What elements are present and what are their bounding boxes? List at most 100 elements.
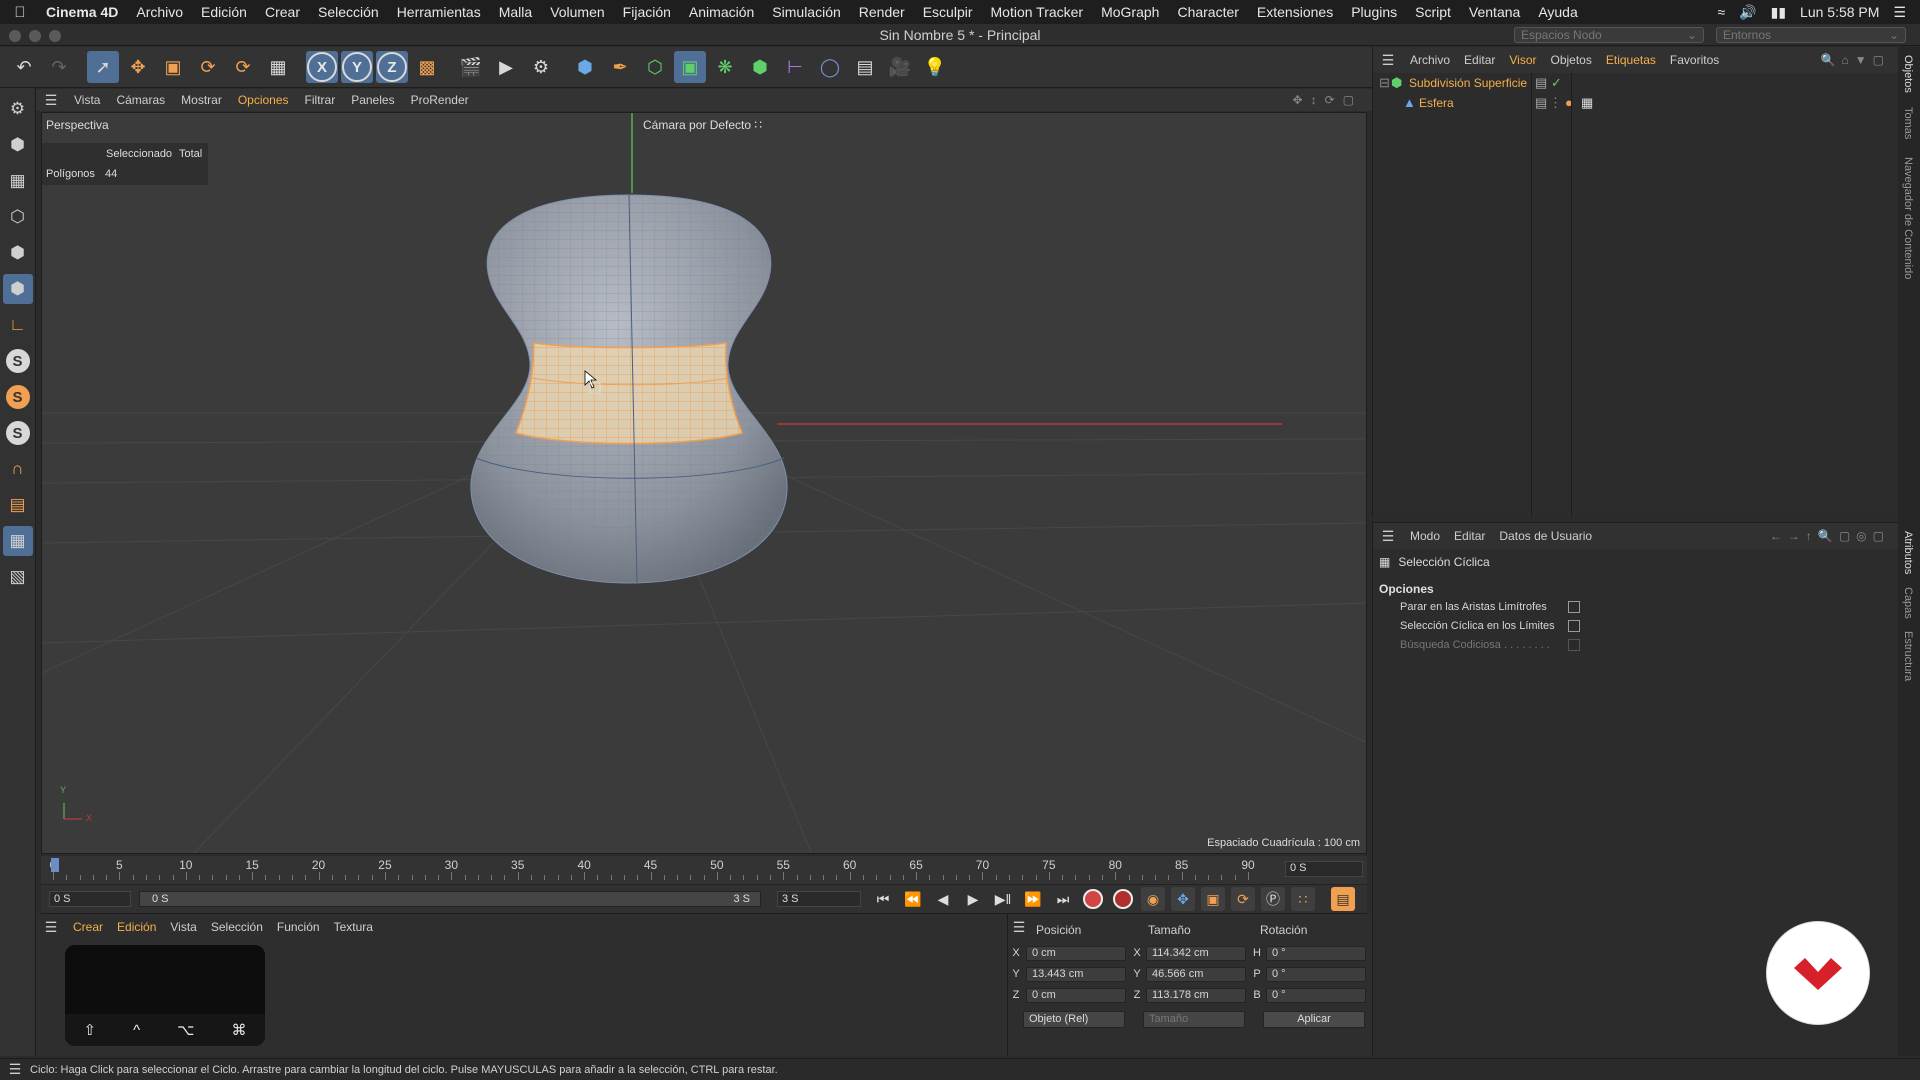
- menu-fijacion[interactable]: Fijación: [614, 4, 680, 20]
- previous-key-icon[interactable]: ⏪: [901, 887, 925, 911]
- tab-capas[interactable]: Capas: [1902, 587, 1914, 619]
- preview-range-slider[interactable]: 0 S 3 S: [139, 891, 761, 907]
- menu-simulacion[interactable]: Simulación: [763, 4, 849, 20]
- menu-render[interactable]: Render: [850, 4, 914, 20]
- camera-label[interactable]: Cámara por Defecto ∷: [643, 118, 762, 132]
- rotation-h-field[interactable]: 0 °: [1266, 946, 1366, 961]
- locked-workplane-icon[interactable]: ▦: [2, 526, 33, 556]
- coordinates-menu-icon[interactable]: ☰: [1008, 919, 1030, 936]
- camera-icon[interactable]: 🎥: [884, 51, 916, 83]
- menu-crear[interactable]: Crear: [256, 4, 309, 20]
- layouts-dropdown[interactable]: Entornos ⌄: [1716, 27, 1906, 43]
- object-row-esfera[interactable]: ▲ Esfera ▤ ⋮ ● ▦: [1373, 93, 1898, 113]
- menu-archivo[interactable]: Archivo: [127, 4, 192, 20]
- rotation-b-field[interactable]: 0 °: [1266, 988, 1366, 1003]
- scale-tool-icon[interactable]: ▣: [157, 51, 189, 83]
- tab-objetos[interactable]: Objetos: [1902, 55, 1914, 93]
- render-picture-viewer-icon[interactable]: ▶: [490, 51, 522, 83]
- wifi-icon[interactable]: ≈: [1718, 4, 1726, 20]
- y-axis-lock-icon[interactable]: Y: [341, 51, 373, 83]
- mograph-icon[interactable]: ⬢: [744, 51, 776, 83]
- attribute-menu-datos-usuario[interactable]: Datos de Usuario: [1492, 529, 1599, 543]
- axis-mode-icon[interactable]: ∟: [3, 310, 33, 340]
- minimize-window-icon[interactable]: [29, 30, 41, 42]
- menu-ventana[interactable]: Ventana: [1460, 4, 1529, 20]
- key-rotation-icon[interactable]: ⟳: [1231, 887, 1255, 911]
- go-to-start-icon[interactable]: ⏮: [871, 887, 895, 911]
- render-settings-icon[interactable]: ⚙: [525, 51, 557, 83]
- menu-plugins[interactable]: Plugins: [1342, 4, 1406, 20]
- material-menu-funcion[interactable]: Función: [270, 920, 327, 934]
- viewport-menu-paneles[interactable]: Paneles: [343, 93, 402, 107]
- node-spaces-dropdown[interactable]: Espacios Nodo ⌄: [1514, 27, 1704, 43]
- current-frame-field[interactable]: 0 S: [1285, 861, 1363, 877]
- volume-icon[interactable]: 🔊: [1739, 4, 1756, 21]
- snap-icon[interactable]: S: [3, 346, 33, 376]
- timeline-ruler[interactable]: 051015202530354045505560657075808590 0 S: [41, 856, 1367, 884]
- timeline-ticks[interactable]: 051015202530354045505560657075808590: [50, 856, 1285, 884]
- phong-tag-icon[interactable]: ▦: [1581, 95, 1593, 111]
- start-time-field[interactable]: 0 S: [49, 891, 131, 907]
- cube-icon[interactable]: ⬢: [569, 51, 601, 83]
- clock[interactable]: Lun 5:58 PM: [1800, 4, 1879, 20]
- subdivision-icon[interactable]: ⬡: [639, 51, 671, 83]
- key-scale-icon[interactable]: ▣: [1201, 887, 1225, 911]
- object-menu-objetos[interactable]: Objetos: [1544, 53, 1599, 67]
- viewport-menu-camaras[interactable]: Cámaras: [108, 93, 173, 107]
- menu-esculpir[interactable]: Esculpir: [914, 4, 982, 20]
- zoom-window-icon[interactable]: [49, 30, 61, 42]
- object-name[interactable]: Esfera: [1419, 96, 1454, 110]
- undo-icon[interactable]: ↶: [8, 51, 40, 83]
- menu-script[interactable]: Script: [1406, 4, 1460, 20]
- material-menu-seleccion[interactable]: Selección: [204, 920, 270, 934]
- menu-extras-icon[interactable]: ☰: [1893, 4, 1906, 21]
- material-menu-vista[interactable]: Vista: [163, 920, 203, 934]
- polygons-mode-icon[interactable]: ⬢: [2, 274, 33, 304]
- object-menu-favoritos[interactable]: Favoritos: [1663, 53, 1726, 67]
- z-axis-lock-icon[interactable]: Z: [376, 51, 408, 83]
- sphere-mesh[interactable]: [470, 194, 788, 584]
- floor-icon[interactable]: ▤: [849, 51, 881, 83]
- play-icon[interactable]: ▶: [961, 887, 985, 911]
- key-selection-icon[interactable]: ◉: [1141, 887, 1165, 911]
- pen-spline-icon[interactable]: ✒: [604, 51, 636, 83]
- field-icon[interactable]: ◯: [814, 51, 846, 83]
- end-time-field[interactable]: 3 S: [777, 891, 861, 907]
- model-mode-icon[interactable]: ⬢: [3, 130, 33, 160]
- extrude-icon[interactable]: ▣: [674, 51, 706, 83]
- rotate-tool-icon[interactable]: ⟳: [192, 51, 224, 83]
- viewport-menu-vista[interactable]: Vista: [66, 93, 108, 107]
- timeline-window-icon[interactable]: ▤: [1331, 887, 1355, 911]
- viewport-nav-icons[interactable]: ✥↕⟳▢: [1293, 93, 1372, 107]
- apple-icon[interactable]: : [0, 4, 40, 21]
- next-frame-icon[interactable]: ▶‖: [991, 887, 1015, 911]
- size-mode-select[interactable]: Tamaño: [1143, 1011, 1245, 1028]
- attribute-menu-icon[interactable]: ☰: [1373, 528, 1403, 545]
- x-axis-lock-icon[interactable]: X: [306, 51, 338, 83]
- object-manager-tools-icons[interactable]: 🔍⌂▼▢: [1821, 53, 1898, 67]
- points-mode-icon[interactable]: ⬡: [3, 202, 33, 232]
- attribute-menu-editar[interactable]: Editar: [1447, 529, 1492, 543]
- rotation-p-field[interactable]: 0 °: [1266, 967, 1366, 982]
- menu-animacion[interactable]: Animación: [680, 4, 763, 20]
- quantize-icon[interactable]: S: [3, 418, 33, 448]
- viewport-menu-opciones[interactable]: Opciones: [230, 93, 297, 107]
- menu-motion-tracker[interactable]: Motion Tracker: [982, 4, 1093, 20]
- go-to-end-icon[interactable]: ⏭: [1051, 887, 1075, 911]
- texture-mode-icon[interactable]: ▦: [3, 166, 33, 196]
- tab-estructura[interactable]: Estructura: [1902, 631, 1914, 681]
- material-menu-crear[interactable]: Crear: [66, 920, 110, 934]
- bend-deformer-icon[interactable]: ⊢: [779, 51, 811, 83]
- attribute-menu-modo[interactable]: Modo: [1403, 529, 1447, 543]
- menu-ayuda[interactable]: Ayuda: [1529, 4, 1586, 20]
- render-view-icon[interactable]: 🎬: [455, 51, 487, 83]
- size-z-field[interactable]: 113.178 cm: [1146, 988, 1246, 1003]
- planar-workplane-icon[interactable]: ▧: [3, 562, 33, 592]
- object-menu-icon[interactable]: ☰: [1373, 52, 1403, 69]
- menu-seleccion[interactable]: Selección: [309, 4, 388, 20]
- object-menu-etiquetas[interactable]: Etiquetas: [1599, 53, 1663, 67]
- viewport-menu-mostrar[interactable]: Mostrar: [173, 93, 230, 107]
- object-menu-visor[interactable]: Visor: [1502, 53, 1543, 67]
- position-y-field[interactable]: 13.443 cm: [1026, 967, 1126, 982]
- menu-volumen[interactable]: Volumen: [541, 4, 613, 20]
